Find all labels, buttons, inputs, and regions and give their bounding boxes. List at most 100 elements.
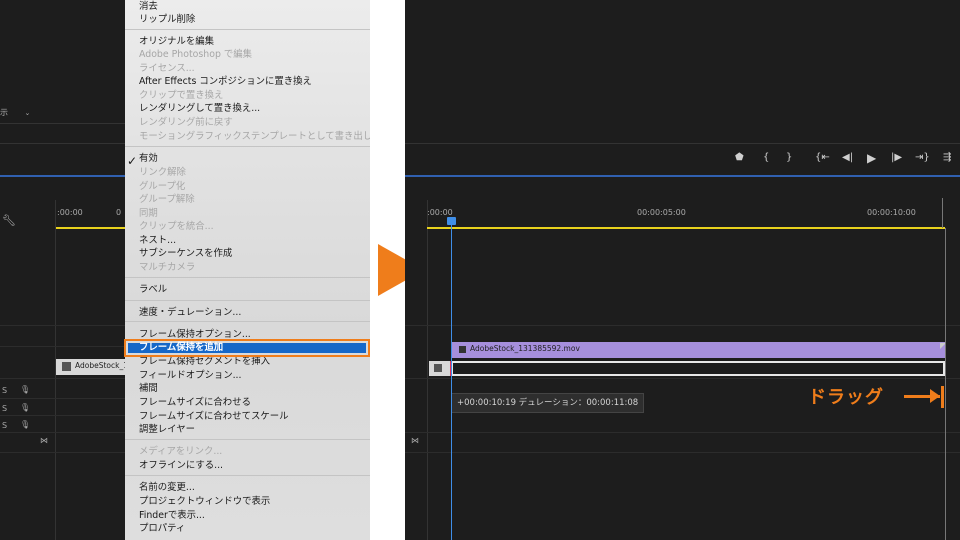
track-solo-s1[interactable]: S [2, 386, 7, 395]
marker-icon[interactable]: ⬟ [735, 152, 744, 163]
menu-item[interactable]: 補間 [139, 382, 158, 395]
track-divider [0, 378, 125, 379]
clip-thumbnail-icon [62, 362, 71, 371]
menu-item[interactable]: プロパティ [139, 522, 185, 535]
display-dropdown-label: 示 [0, 108, 8, 117]
ruler-timecode: :00:00 [57, 208, 83, 217]
drag-arrow-head-icon [930, 389, 940, 403]
divider [0, 123, 125, 124]
track-divider [405, 325, 960, 326]
track-divider [0, 432, 125, 433]
in-out-range-bar [56, 227, 125, 229]
microphone-icon[interactable]: 🎙︎ [20, 403, 30, 412]
menu-item: Adobe Photoshop で編集 [139, 49, 252, 60]
menu-item[interactable]: フレームサイズに合わせてスケール [139, 410, 288, 423]
sequence-end-line [945, 228, 946, 540]
menu-item-frame-hold-add[interactable]: フレーム保持を追加 [139, 341, 223, 354]
menu-item[interactable]: オリジナルを編集 [139, 35, 214, 48]
track-solo-s3[interactable]: S [2, 421, 7, 430]
menu-item[interactable]: フィールドオプション... [139, 369, 242, 382]
frame-hold-clip[interactable]: AdobeStock_131385592.mov [452, 342, 945, 358]
microphone-icon[interactable]: 🎙︎ [20, 385, 30, 394]
track-divider [0, 415, 125, 416]
go-to-in-icon[interactable]: {⇤ [815, 152, 830, 163]
menu-item[interactable]: 消去 [139, 0, 158, 13]
track-divider [0, 452, 125, 453]
track-divider [405, 378, 960, 379]
menu-item: リンク解除 [139, 167, 186, 178]
ruler-timecode: 00:00:10:00 [867, 208, 916, 217]
mark-out-icon[interactable]: } [786, 152, 792, 163]
menu-item: クリップを統合... [139, 221, 214, 232]
menu-item: グループ化 [139, 181, 186, 192]
extended-clip-outline[interactable] [451, 361, 945, 376]
menu-separator [125, 146, 370, 147]
track-solo-s2[interactable]: S [2, 404, 7, 413]
menu-separator [125, 475, 370, 476]
drag-annotation-label: ドラッグ [808, 387, 884, 408]
wrench-icon[interactable]: 🔧︎ [2, 214, 16, 227]
menu-item: ライセンス... [139, 63, 195, 74]
menu-item: メディアをリンク... [139, 446, 223, 457]
menu-separator [125, 321, 370, 322]
drag-arrow-stop [941, 386, 944, 408]
divider [405, 143, 960, 144]
menu-item[interactable]: プロジェクトウィンドウで表示 [139, 495, 270, 508]
play-icon[interactable]: ▶ [867, 151, 876, 165]
menu-item: 同期 [139, 208, 158, 219]
bowtie-icon[interactable]: ⋈ [40, 436, 48, 445]
video-clip[interactable]: AdobeStock_131 [56, 359, 138, 375]
menu-item[interactable]: 調整レイヤー [139, 423, 195, 436]
menu-item[interactable]: レンダリングして置き換え... [139, 102, 260, 115]
menu-item[interactable]: サブシーケンスを作成 [139, 247, 232, 260]
bowtie-icon[interactable]: ⋈ [411, 436, 419, 445]
ruler-timecode: 0 [116, 208, 122, 217]
mark-in-icon[interactable]: { [763, 152, 769, 163]
divider [0, 143, 125, 144]
in-out-range-bar [427, 227, 945, 229]
step-forward-icon[interactable]: |▶ [891, 152, 902, 163]
track-divider [405, 452, 960, 453]
display-dropdown[interactable]: 示 ⌄ [0, 107, 30, 118]
menu-item[interactable]: Finderで表示... [139, 509, 205, 522]
source-clip-stub[interactable] [429, 361, 451, 376]
menu-item[interactable]: After Effects コンポジションに置き換え [139, 75, 312, 88]
right-timeline-panel: ⬟ { } {⇤ ◀| ▶ |▶ ⇥} ⇶ :00:00 00:00:05:00… [405, 0, 960, 540]
track-header-divider [427, 200, 428, 540]
menu-item[interactable]: フレームサイズに合わせる [139, 396, 251, 409]
track-divider [405, 432, 960, 433]
insert-icon[interactable]: ⇶ [943, 152, 951, 163]
clip-fx-icon [459, 346, 466, 353]
menu-item: クリップで置き換え [139, 90, 224, 101]
ruler-end-mark [942, 198, 943, 228]
left-timeline-panel: 示 ⌄ 🔧︎ :00:00 0 AdobeStock_131 S 🎙︎ S 🎙︎… [0, 0, 370, 540]
track-divider [0, 346, 125, 347]
menu-item[interactable]: 有効 [139, 152, 158, 165]
menu-item: グループ解除 [139, 194, 195, 205]
menu-separator [125, 277, 370, 278]
playhead-line [451, 224, 452, 540]
menu-item[interactable]: 名前の変更... [139, 481, 195, 494]
go-to-out-icon[interactable]: ⇥} [915, 152, 930, 163]
checkmark-icon: ✓ [127, 154, 138, 168]
menu-item: レンダリング前に戻す [139, 117, 233, 128]
clip-label: AdobeStock_131385592.mov [470, 344, 580, 353]
step-back-icon[interactable]: ◀| [842, 152, 853, 163]
panel-focus-line [0, 175, 125, 177]
chevron-down-icon: ⌄ [24, 109, 31, 117]
menu-separator [125, 439, 370, 440]
menu-item[interactable]: リップル削除 [139, 13, 195, 26]
menu-separator [125, 29, 370, 30]
panel-focus-line [405, 175, 960, 177]
menu-item[interactable]: 速度・デュレーション... [139, 306, 241, 319]
ruler-timecode: 00:00:05:00 [637, 208, 686, 217]
menu-separator [125, 300, 370, 301]
drag-tooltip: +00:00:10:19 デュレーション：00:00:11:08 [451, 393, 645, 413]
menu-item[interactable]: ラベル [139, 283, 167, 296]
context-menu: ✓ 消去 リップル削除オリジナルを編集 Adobe Photoshop で編集 ライセ… [125, 0, 370, 540]
track-divider [0, 325, 125, 326]
menu-item[interactable]: オフラインにする... [139, 459, 223, 472]
microphone-icon[interactable]: 🎙︎ [20, 420, 30, 429]
menu-item[interactable]: ネスト... [139, 234, 176, 247]
clip-thumbnail-icon [434, 364, 442, 372]
